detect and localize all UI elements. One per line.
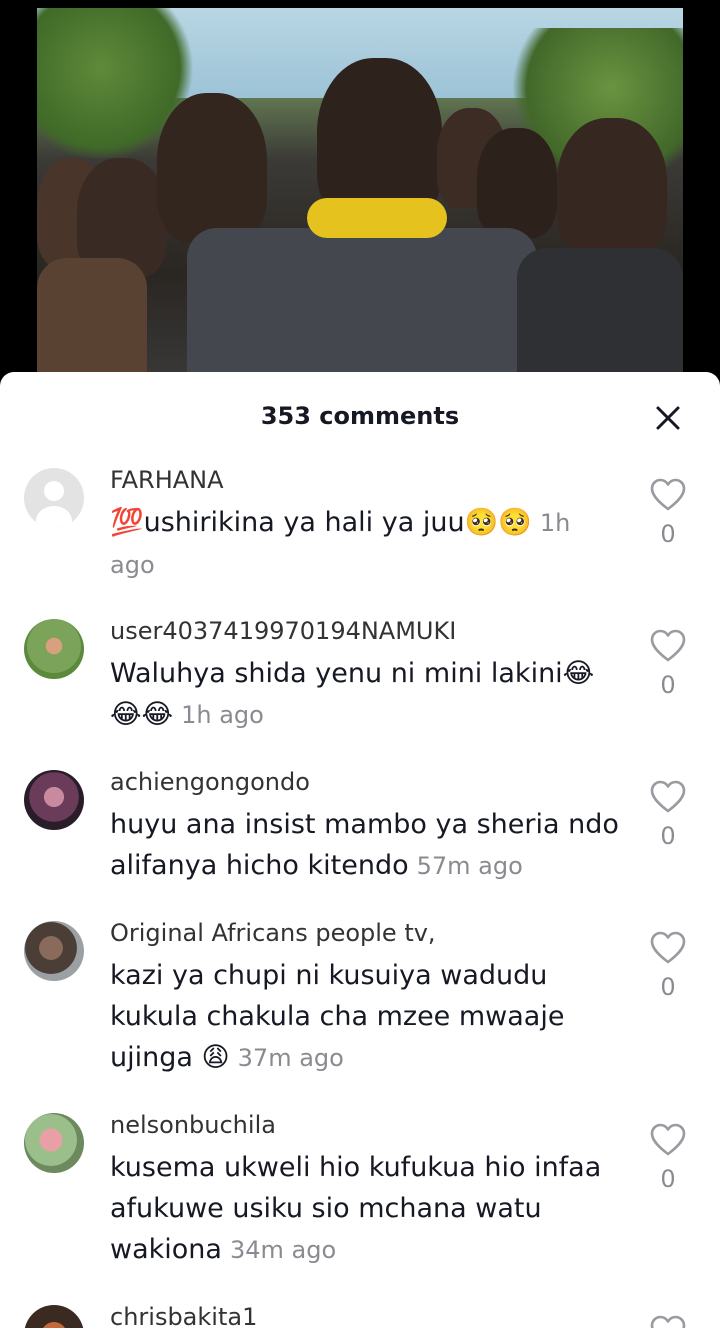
comment-body: kusema ukweli hio kufukua hio infaa afuk… [110, 1152, 602, 1265]
close-icon [656, 406, 680, 430]
video-jacket [187, 228, 537, 388]
user-avatar[interactable] [24, 1113, 84, 1173]
comment-username[interactable]: nelsonbuchila [110, 1109, 620, 1141]
heart-outline-icon [650, 780, 686, 813]
like-button[interactable]: 0 [650, 478, 686, 548]
comment-text: huyu ana insist mambo ya sheria ndo alif… [110, 804, 620, 887]
comment-time: 34m ago [229, 1236, 337, 1264]
like-count: 0 [660, 671, 676, 699]
video-person [157, 93, 267, 243]
like-button[interactable] [650, 1315, 686, 1328]
user-avatar[interactable] [24, 619, 84, 679]
like-count: 0 [660, 520, 676, 548]
comment-item: user4037419970194NAMUKI Waluhya shida ye… [0, 615, 720, 766]
video-shirt [37, 258, 147, 388]
comments-header: 353 comments [0, 372, 720, 462]
comments-count-title: 353 comments [260, 402, 460, 430]
like-count: 0 [660, 1165, 676, 1193]
user-avatar[interactable] [24, 921, 84, 981]
video-shirt [517, 248, 683, 388]
heart-outline-icon [650, 931, 686, 964]
like-count: 0 [660, 973, 676, 1001]
comment-body: ushirikina ya hali ya juu🥺🥺 [143, 507, 532, 538]
comment-username[interactable]: chrisbakita1 [110, 1301, 620, 1328]
comment-username[interactable]: user4037419970194NAMUKI [110, 615, 620, 647]
close-button[interactable] [652, 402, 684, 434]
heart-outline-icon [650, 478, 686, 511]
comments-sheet: 353 comments FARHANA 💯ushirikina ya hali… [0, 372, 720, 1328]
video-collar [307, 198, 447, 238]
video-person [477, 128, 557, 238]
user-avatar[interactable] [24, 770, 84, 830]
user-avatar[interactable] [24, 1305, 84, 1328]
comment-time: 57m ago [416, 852, 523, 880]
comment-username[interactable]: achiengongondo [110, 766, 620, 798]
like-button[interactable]: 0 [650, 629, 686, 699]
comment-text: kusema ukweli hio kufukua hio infaa afuk… [110, 1147, 620, 1271]
comment-body: huyu ana insist mambo ya sheria ndo alif… [110, 809, 619, 881]
default-avatar[interactable] [24, 468, 84, 528]
comment-item: Original Africans people tv, kazi ya chu… [0, 917, 720, 1109]
comments-list: FARHANA 💯ushirikina ya hali ya juu🥺🥺 1h a… [0, 464, 720, 1328]
comment-username[interactable]: Original Africans people tv, [110, 917, 620, 949]
like-button[interactable]: 0 [650, 780, 686, 850]
comment-item: nelsonbuchila kusema ukweli hio kufukua … [0, 1109, 720, 1301]
comment-text: kazi ya chupi ni kusuiya wadudu kukula c… [110, 955, 620, 1079]
comment-time: 37m ago [237, 1044, 344, 1072]
comment-item: FARHANA 💯ushirikina ya hali ya juu🥺🥺 1h a… [0, 464, 720, 615]
heart-outline-icon [650, 629, 686, 662]
like-button[interactable]: 0 [650, 1123, 686, 1193]
video-thumbnail[interactable] [37, 8, 683, 388]
like-button[interactable]: 0 [650, 931, 686, 1001]
like-count: 0 [660, 822, 676, 850]
comment-item: chrisbakita1 [0, 1301, 720, 1328]
hundred-points-emoji: 💯 [110, 507, 144, 538]
comment-text: 💯ushirikina ya hali ya juu🥺🥺 1h ago [110, 502, 620, 586]
comment-item: achiengongondo huyu ana insist mambo ya … [0, 766, 720, 917]
comment-text: Waluhya shida yenu ni mini lakini😂😂😂 1h a… [110, 653, 620, 736]
heart-outline-icon [650, 1315, 686, 1328]
comment-time: 1h ago [181, 701, 264, 729]
comment-username[interactable]: FARHANA [110, 464, 620, 496]
video-person [557, 118, 667, 258]
heart-outline-icon [650, 1123, 686, 1156]
